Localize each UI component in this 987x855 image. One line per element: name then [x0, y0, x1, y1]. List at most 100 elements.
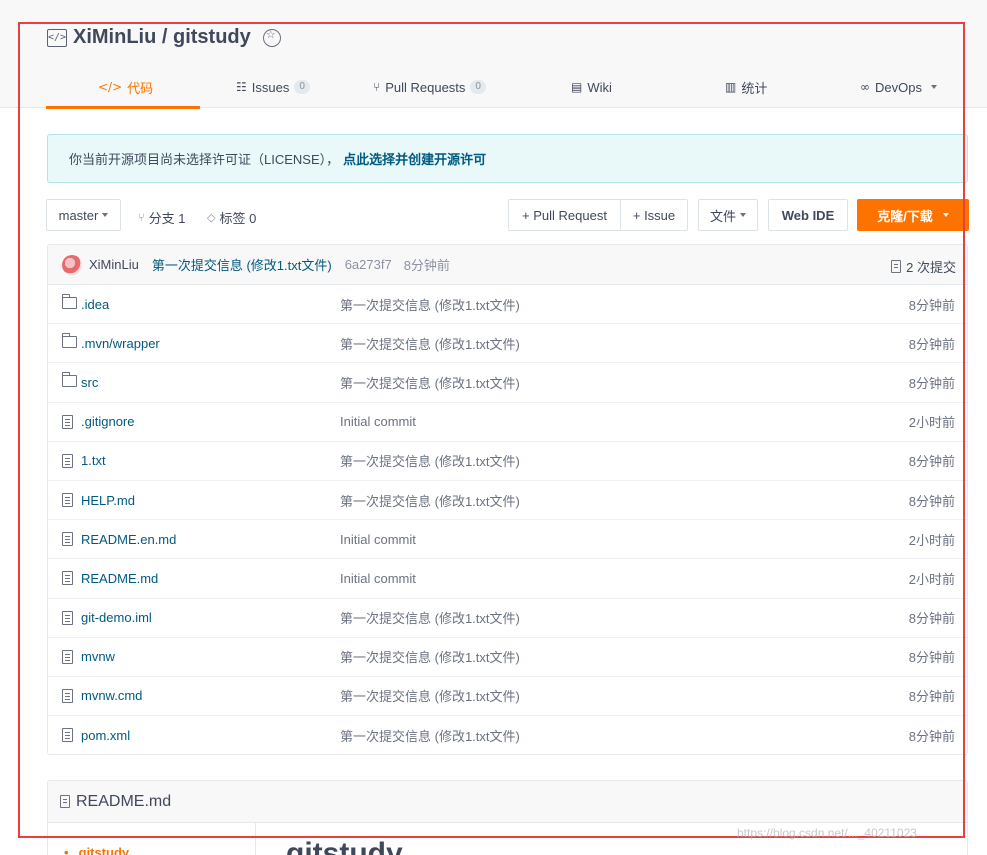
new-issue-button[interactable]: + Issue: [620, 199, 688, 231]
table-row[interactable]: README.md Initial commit 2小时前: [48, 559, 967, 599]
commit-message-link[interactable]: 第一次提交信息 (修改1.txt文件): [152, 255, 332, 274]
file-commit-message-link[interactable]: Initial commit: [340, 532, 416, 547]
tag-icon: ◇: [207, 211, 216, 224]
file-commit-time: 8分钟前: [908, 689, 955, 705]
table-row[interactable]: .gitignore Initial commit 2小时前: [48, 403, 967, 442]
file-commit-message-link[interactable]: 第一次提交信息 (修改1.txt文件): [340, 647, 520, 666]
wiki-icon: ▤: [571, 80, 583, 94]
file-icon: [62, 610, 73, 625]
file-name-link[interactable]: README.md: [81, 571, 158, 586]
chevron-down-icon: [930, 85, 937, 89]
file-name-link[interactable]: .mvn/wrapper: [81, 336, 160, 351]
table-row[interactable]: src 第一次提交信息 (修改1.txt文件) 8分钟前: [48, 363, 967, 403]
tab-code-label: 代码: [127, 80, 154, 96]
file-commit-message-link[interactable]: Initial commit: [340, 414, 416, 429]
chevron-down-icon: [102, 213, 109, 217]
commit-author-link[interactable]: XiMinLiu: [89, 257, 139, 272]
table-row[interactable]: mvnw 第一次提交信息 (修改1.txt文件) 8分钟前: [48, 638, 967, 677]
file-commit-time: 8分钟前: [908, 336, 955, 352]
clone-download-button[interactable]: 克隆/下载: [857, 199, 969, 231]
tab-issues[interactable]: ☷ Issues 0: [236, 66, 310, 108]
file-name-link[interactable]: .idea: [81, 297, 109, 312]
file-rows: .idea 第一次提交信息 (修改1.txt文件) 8分钟前 .mvn/wrapper…: [48, 285, 967, 755]
pull-request-icon: ⑂: [373, 80, 381, 94]
chevron-down-icon: [740, 213, 746, 217]
tab-issues-label: Issues: [251, 79, 290, 95]
branches-label: 分支 1: [148, 211, 186, 226]
new-pull-request-button[interactable]: + Pull Request: [508, 199, 621, 231]
readme-file-icon: [60, 795, 70, 808]
clone-download-label: 克隆/下载: [877, 208, 933, 224]
file-name-link[interactable]: 1.txt: [81, 453, 106, 468]
file-commit-message-link[interactable]: 第一次提交信息 (修改1.txt文件): [340, 608, 520, 627]
table-row[interactable]: .idea 第一次提交信息 (修改1.txt文件) 8分钟前: [48, 285, 967, 325]
file-name-link[interactable]: HELP.md: [81, 493, 135, 508]
last-commit-bar: XiMinLiu 第一次提交信息 (修改1.txt文件) 6a273f7 8分钟…: [48, 245, 967, 285]
file-name-link[interactable]: pom.xml: [81, 728, 130, 743]
commit-sha-link[interactable]: 6a273f7: [345, 257, 392, 272]
file-icon: [62, 532, 73, 547]
tab-wiki-label: Wiki: [587, 79, 612, 95]
file-commit-message-link[interactable]: Initial commit: [340, 571, 416, 586]
file-name-link[interactable]: mvnw: [81, 649, 115, 664]
tab-stats[interactable]: ▥ 统计: [725, 66, 767, 108]
tab-devops-label: DevOps: [875, 79, 922, 95]
table-row[interactable]: 1.txt 第一次提交信息 (修改1.txt文件) 8分钟前: [48, 442, 967, 481]
file-list: XiMinLiu 第一次提交信息 (修改1.txt文件) 6a273f7 8分钟…: [47, 244, 968, 755]
file-commit-time: 2小时前: [908, 415, 955, 431]
readme-heading: gitstudy: [286, 837, 403, 855]
license-notice: 你当前开源项目尚未选择许可证（LICENSE）， 点此选择并创建开源许可: [47, 134, 968, 183]
table-row[interactable]: HELP.md 第一次提交信息 (修改1.txt文件) 8分钟前: [48, 481, 967, 521]
file-icon: [62, 492, 73, 507]
branches-link[interactable]: ⑂ 分支 1: [138, 208, 185, 227]
file-commit-message-link[interactable]: 第一次提交信息 (修改1.txt文件): [340, 373, 520, 392]
file-name-link[interactable]: mvnw.cmd: [81, 688, 142, 703]
tab-wiki[interactable]: ▤ Wiki: [571, 66, 612, 108]
file-commit-message-link[interactable]: 第一次提交信息 (修改1.txt文件): [340, 451, 520, 470]
license-notice-text: 你当前开源项目尚未选择许可证（LICENSE），: [69, 152, 340, 167]
file-commit-message-link[interactable]: 第一次提交信息 (修改1.txt文件): [340, 334, 520, 353]
repo-name-link[interactable]: XiMinLiu / gitstudy: [73, 26, 251, 49]
tab-stats-label: 统计: [741, 80, 768, 96]
file-name-link[interactable]: README.en.md: [81, 532, 176, 547]
file-icon: [62, 414, 73, 429]
toc-item[interactable]: gitstudy: [64, 845, 130, 855]
branch-select[interactable]: master: [46, 199, 121, 231]
avatar[interactable]: [62, 254, 82, 275]
tab-pull-requests-label: Pull Requests: [385, 79, 466, 95]
repo-tabs: </> 代码 ☷ Issues 0 ⑂ Pull Requests 0 ▤ Wi…: [46, 66, 956, 109]
active-tab-indicator: [46, 106, 200, 109]
create-license-link[interactable]: 点此选择并创建开源许可: [343, 149, 486, 168]
tab-code[interactable]: </> 代码: [98, 66, 153, 108]
file-menu-label: 文件: [709, 208, 736, 224]
table-row[interactable]: git-demo.iml 第一次提交信息 (修改1.txt文件) 8分钟前: [48, 599, 967, 638]
file-commit-time: 8分钟前: [908, 375, 955, 391]
folder-icon: [61, 294, 77, 309]
table-row[interactable]: pom.xml 第一次提交信息 (修改1.txt文件) 8分钟前: [48, 716, 967, 755]
recommend-badge-icon[interactable]: [262, 28, 281, 47]
file-name-link[interactable]: git-demo.iml: [81, 610, 152, 625]
file-commit-time: 2小时前: [908, 532, 955, 548]
file-name-link[interactable]: src: [81, 375, 98, 390]
file-name-link[interactable]: .gitignore: [81, 414, 134, 429]
commit-count-link[interactable]: 2 次提交: [891, 257, 956, 276]
file-menu-button[interactable]: 文件: [698, 199, 758, 231]
file-commit-message-link[interactable]: 第一次提交信息 (修改1.txt文件): [340, 686, 520, 705]
web-ide-button[interactable]: Web IDE: [768, 199, 848, 231]
file-commit-message-link[interactable]: 第一次提交信息 (修改1.txt文件): [340, 295, 520, 314]
readme-filename: README.md: [76, 792, 172, 810]
tags-link[interactable]: ◇ 标签 0: [207, 208, 256, 227]
file-icon: [62, 649, 73, 664]
file-commit-time: 8分钟前: [908, 454, 955, 470]
tab-pull-requests[interactable]: ⑂ Pull Requests 0: [373, 66, 486, 108]
file-commit-message-link[interactable]: 第一次提交信息 (修改1.txt文件): [340, 491, 520, 510]
file-commit-message-link[interactable]: 第一次提交信息 (修改1.txt文件): [340, 726, 520, 745]
commits-icon: [891, 260, 902, 273]
stats-icon: ▥: [725, 80, 737, 94]
issues-icon: ☷: [236, 80, 247, 94]
table-row[interactable]: README.en.md Initial commit 2小时前: [48, 520, 967, 560]
tab-devops[interactable]: ∞ DevOps: [860, 66, 937, 108]
table-row[interactable]: .mvn/wrapper 第一次提交信息 (修改1.txt文件) 8分钟前: [48, 324, 967, 364]
repository-icon: </>: [47, 28, 67, 47]
table-row[interactable]: mvnw.cmd 第一次提交信息 (修改1.txt文件) 8分钟前: [48, 677, 967, 717]
